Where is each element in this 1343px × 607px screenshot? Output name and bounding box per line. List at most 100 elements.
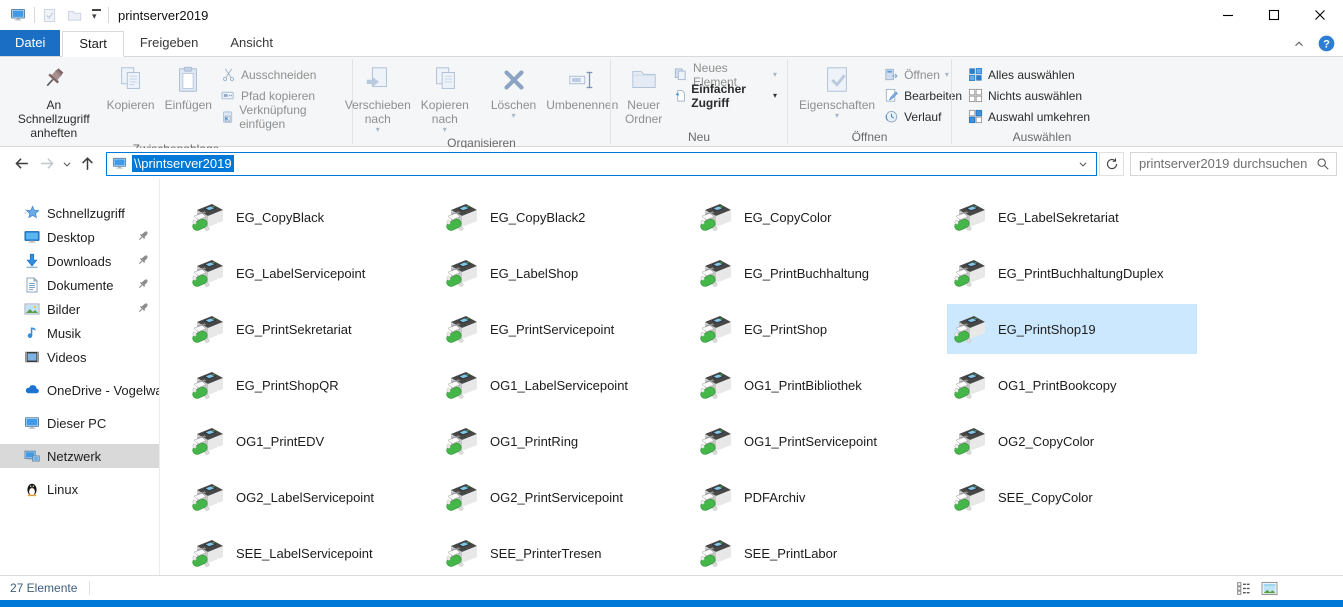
sidebar-item[interactable]: Desktop: [0, 225, 159, 249]
tab-view[interactable]: Ansicht: [214, 30, 289, 56]
printer-tile[interactable]: OG1_PrintRing: [439, 416, 689, 466]
printer-tile[interactable]: SEE_LabelServicepoint: [185, 528, 435, 575]
printer-grid: EG_CopyBlack EG_CopyBlack2 EG_CopyColor …: [185, 192, 1343, 575]
qat-customize-dropdown-icon[interactable]: ▾: [92, 9, 101, 20]
refresh-icon[interactable]: [1099, 152, 1124, 176]
printer-tile[interactable]: EG_PrintBuchhaltung: [693, 248, 943, 298]
dropdown-arrow-icon: ▾: [835, 112, 839, 120]
tab-file[interactable]: Datei: [0, 30, 60, 56]
copy-button[interactable]: Kopieren: [102, 61, 160, 113]
pin-to-quick-access-button[interactable]: An Schnellzugriff anheften: [6, 61, 102, 141]
printer-tile[interactable]: EG_CopyBlack: [185, 192, 435, 242]
address-bar[interactable]: \\printserver2019: [106, 152, 1097, 176]
properties-button[interactable]: Eigenschaften ▾: [794, 61, 880, 121]
close-icon[interactable]: [1297, 0, 1343, 30]
group-label: Neu: [613, 129, 785, 146]
collapse-ribbon-icon[interactable]: [1292, 37, 1306, 51]
printer-tile[interactable]: SEE_PrinterTresen: [439, 528, 689, 575]
sidebar-item[interactable]: Videos: [0, 345, 159, 369]
printer-tile[interactable]: EG_PrintShop: [693, 304, 943, 354]
invert-selection-button[interactable]: Auswahl umkehren: [964, 106, 1094, 127]
divider: [108, 7, 109, 23]
group-clipboard: An Schnellzugriff anheften Kopieren Einf…: [0, 57, 352, 146]
paste-shortcut-button[interactable]: Verknüpfung einfügen: [217, 106, 346, 127]
help-icon[interactable]: ?: [1318, 35, 1335, 52]
button-label: An Schnellzugriff anheften: [11, 98, 97, 140]
address-dropdown-icon[interactable]: [1072, 159, 1094, 169]
recent-dropdown-icon[interactable]: [60, 152, 74, 176]
printer-tile[interactable]: EG_CopyColor: [693, 192, 943, 242]
printer-tile[interactable]: EG_PrintSekretariat: [185, 304, 435, 354]
network-printer-icon: [191, 199, 227, 235]
tab-start[interactable]: Start: [62, 31, 123, 57]
qat-properties-icon[interactable]: [42, 8, 57, 23]
navigation-bar: \\printserver2019 printserver2019 durchs…: [0, 148, 1343, 179]
printer-name: SEE_CopyColor: [998, 490, 1093, 505]
printer-tile[interactable]: OG1_PrintServicepoint: [693, 416, 943, 466]
details-view-icon[interactable]: [1236, 581, 1251, 596]
network-printer-icon: [953, 423, 989, 459]
printer-tile[interactable]: OG2_LabelServicepoint: [185, 472, 435, 522]
qat-newfolder-icon[interactable]: [67, 8, 82, 23]
select-none-button[interactable]: Nichts auswählen: [964, 85, 1094, 106]
printer-tile[interactable]: SEE_CopyColor: [947, 472, 1197, 522]
printer-tile[interactable]: EG_LabelSekretariat: [947, 192, 1197, 242]
printer-name: EG_PrintBuchhaltung: [744, 266, 869, 281]
printer-tile[interactable]: EG_CopyBlack2: [439, 192, 689, 242]
move-to-button[interactable]: Verschieben nach ▾: [340, 61, 416, 135]
printer-tile[interactable]: OG1_LabelServicepoint: [439, 360, 689, 410]
printer-tile[interactable]: SEE_PrintLabor: [693, 528, 943, 575]
sidebar-item[interactable]: Musik: [0, 321, 159, 345]
printer-tile[interactable]: PDFArchiv: [693, 472, 943, 522]
network-printer-icon: [191, 367, 227, 403]
paste-button[interactable]: Einfügen: [160, 61, 217, 113]
group-organize: Verschieben nach ▾ Kopieren nach ▾ Lösch…: [353, 57, 610, 146]
select-all-button[interactable]: Alles auswählen: [964, 64, 1094, 85]
printer-name: SEE_PrintLabor: [744, 546, 837, 561]
sidebar-item[interactable]: Dieser PC: [0, 411, 159, 435]
printer-tile[interactable]: OG1_PrintEDV: [185, 416, 435, 466]
printer-tile[interactable]: EG_PrintBuchhaltungDuplex: [947, 248, 1197, 298]
cut-button[interactable]: Ausschneiden: [217, 64, 346, 85]
printer-tile[interactable]: OG2_CopyColor: [947, 416, 1197, 466]
printer-tile[interactable]: EG_LabelShop: [439, 248, 689, 298]
new-folder-button[interactable]: Neuer Ordner: [617, 61, 670, 127]
sidebar-item[interactable]: Downloads: [0, 249, 159, 273]
easy-access-button[interactable]: Einfacher Zugriff ▾: [670, 85, 781, 106]
sidebar-item[interactable]: Linux: [0, 477, 159, 501]
printer-name: EG_PrintSekretariat: [236, 322, 352, 337]
tab-share[interactable]: Freigeben: [124, 30, 215, 56]
search-icon[interactable]: [1316, 157, 1330, 171]
delete-button[interactable]: Löschen ▾: [486, 61, 541, 121]
dropdown-arrow-icon: ▾: [512, 112, 516, 120]
sidebar-item[interactable]: Schnellzugriff: [0, 201, 159, 225]
minimize-icon[interactable]: [1205, 0, 1251, 30]
back-arrow-icon[interactable]: [8, 152, 34, 176]
printer-name: OG2_CopyColor: [998, 434, 1094, 449]
printer-tile[interactable]: OG2_PrintServicepoint: [439, 472, 689, 522]
printer-tile[interactable]: OG1_PrintBookcopy: [947, 360, 1197, 410]
network-printer-icon: [699, 255, 735, 291]
sidebar-item-label: Dieser PC: [47, 416, 106, 431]
up-arrow-icon[interactable]: [74, 152, 100, 176]
rename-icon: [567, 64, 597, 96]
titlebar: ▾ printserver2019: [0, 0, 1343, 30]
forward-arrow-icon[interactable]: [34, 152, 60, 176]
search-box[interactable]: printserver2019 durchsuchen: [1130, 152, 1337, 176]
sidebar-item[interactable]: OneDrive - Vogelwart: [0, 378, 159, 402]
address-text[interactable]: \\printserver2019: [132, 155, 234, 172]
sidebar-item[interactable]: Netzwerk: [0, 444, 159, 468]
printer-tile[interactable]: EG_LabelServicepoint: [185, 248, 435, 298]
printer-tile[interactable]: EG_PrintShop19: [947, 304, 1197, 354]
pin-icon: [39, 64, 69, 96]
printer-tile[interactable]: EG_PrintShopQR: [185, 360, 435, 410]
printer-tile[interactable]: EG_PrintServicepoint: [439, 304, 689, 354]
maximize-icon[interactable]: [1251, 0, 1297, 30]
button-label: Neuer Ordner: [622, 98, 665, 126]
sidebar-item[interactable]: Bilder: [0, 297, 159, 321]
copy-to-button[interactable]: Kopieren nach ▾: [416, 61, 474, 135]
printer-tile[interactable]: OG1_PrintBibliothek: [693, 360, 943, 410]
sidebar-item[interactable]: Dokumente: [0, 273, 159, 297]
thumbnail-view-icon[interactable]: [1261, 581, 1278, 596]
network-printer-icon: [699, 311, 735, 347]
